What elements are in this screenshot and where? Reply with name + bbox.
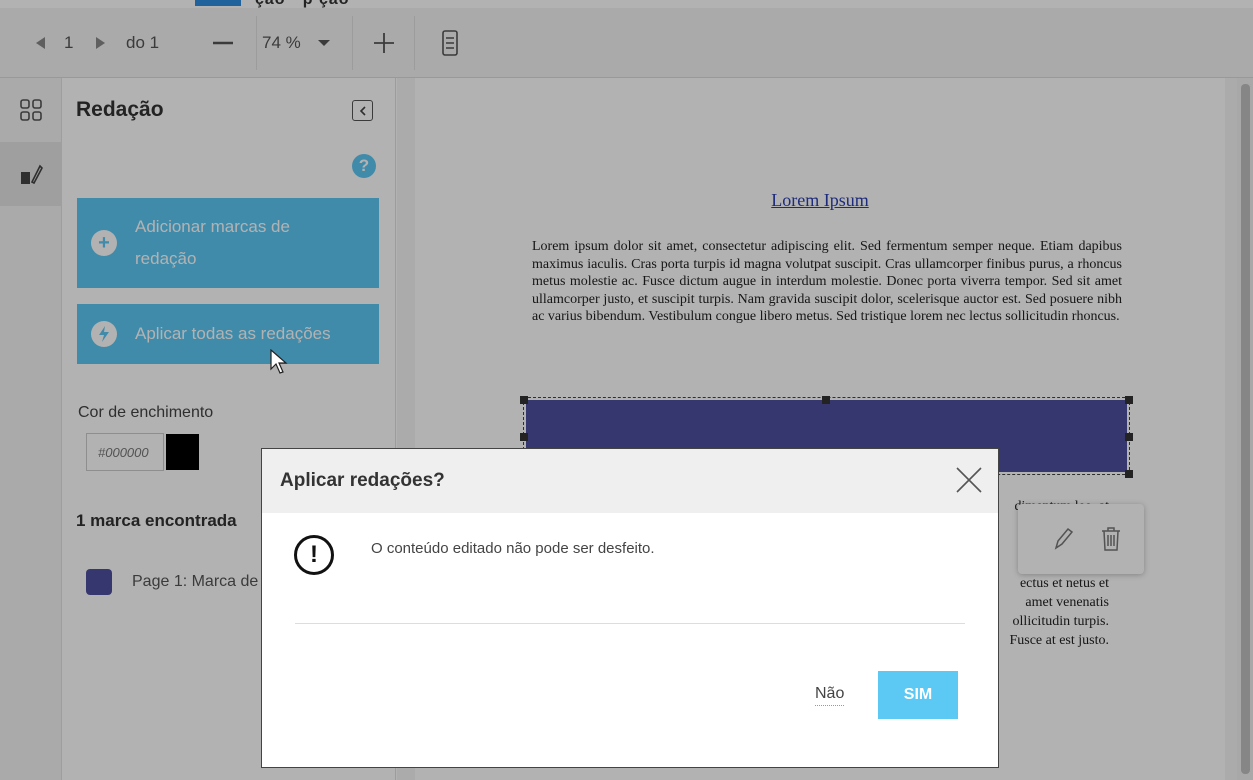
apply-redactions-dialog: Aplicar redações? ! O conteúdo editado n… bbox=[261, 448, 999, 768]
close-icon[interactable] bbox=[952, 463, 986, 497]
dialog-title: Aplicar redações? bbox=[280, 470, 445, 491]
dialog-message: O conteúdo editado não pode ser desfeito… bbox=[371, 540, 655, 557]
no-button[interactable]: Não bbox=[815, 685, 845, 706]
mouse-cursor-icon bbox=[270, 349, 288, 374]
yes-button[interactable]: SIM bbox=[878, 671, 958, 719]
exclamation-circle-icon: ! bbox=[294, 535, 334, 575]
dialog-header: Aplicar redações? bbox=[262, 449, 998, 513]
dialog-divider bbox=[295, 623, 965, 624]
